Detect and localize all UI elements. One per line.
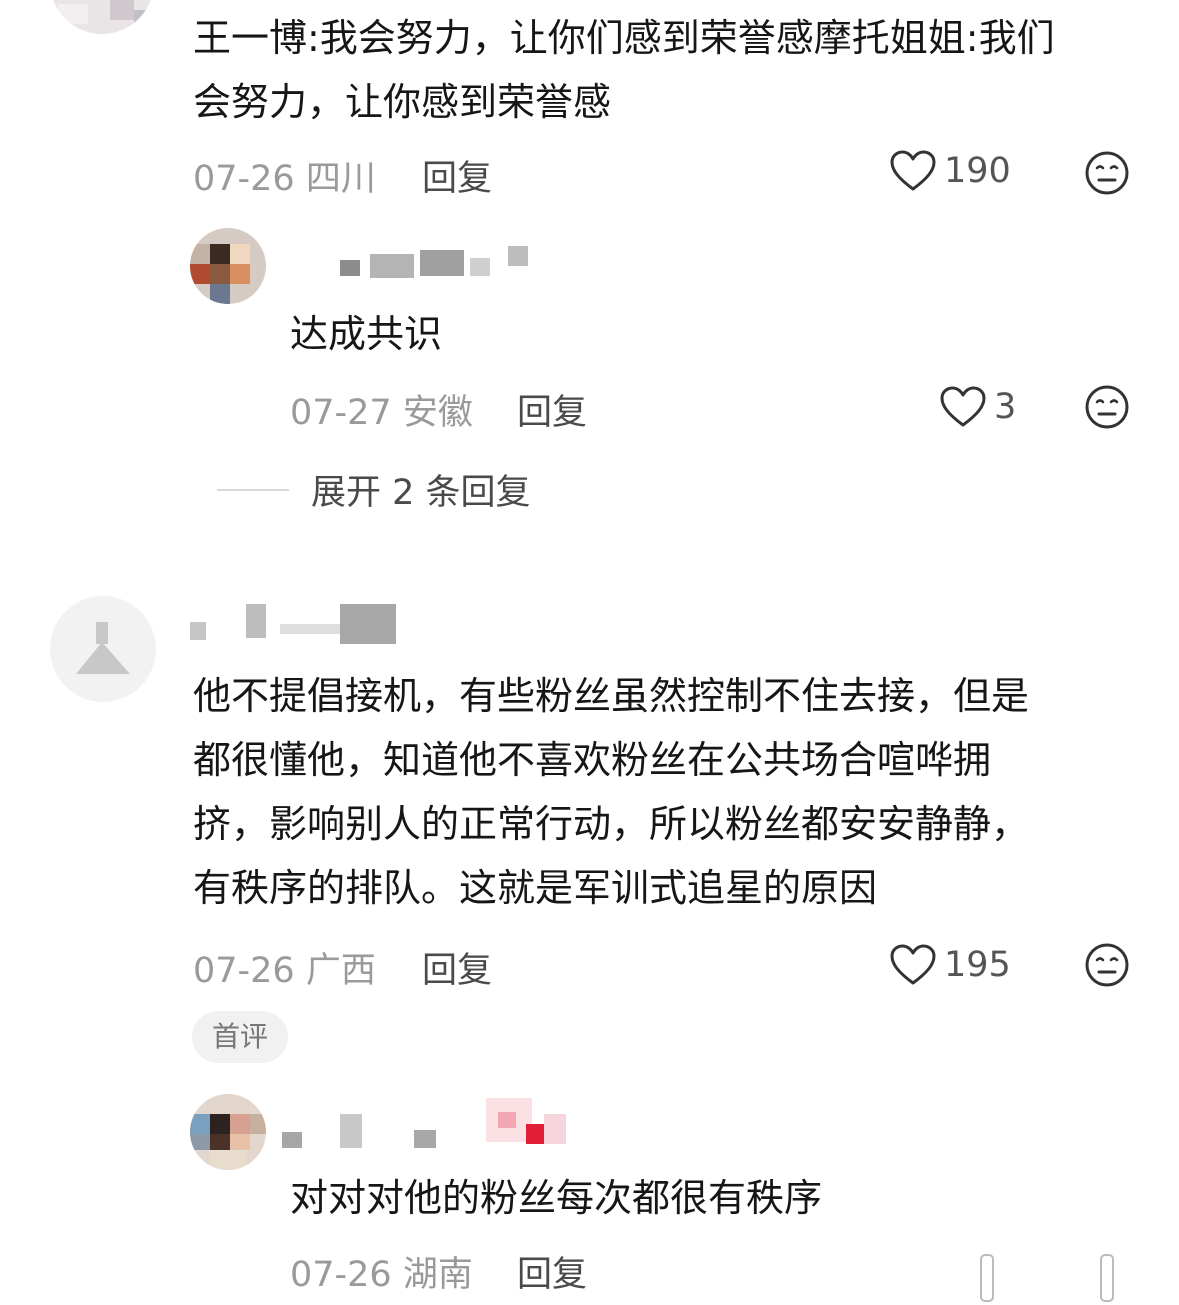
neutral-face-icon[interactable]	[1084, 384, 1130, 430]
comment-date: 07-26	[193, 159, 295, 199]
scrollbar-handle[interactable]	[980, 1254, 994, 1302]
reply-date: 07-27	[290, 393, 392, 433]
comment-text-line: 王一博:我会努力，让你们感到荣誉感摩托姐姐:我们	[193, 16, 1055, 60]
comment-location: 广西	[305, 951, 376, 991]
reply-button[interactable]: 回复	[422, 942, 492, 993]
heart-outline-icon	[890, 150, 936, 191]
comment-meta: 07-26 广西	[193, 942, 376, 993]
like-count: 195	[944, 945, 1011, 985]
reply-meta: 07-26 湖南	[290, 1246, 473, 1297]
expand-replies-label: 展开 2 条回复	[311, 473, 531, 513]
comment-text: 王一博:我会努力，让你们感到荣誉感摩托姐姐:我们 会努力，让你感到荣誉感	[193, 6, 1055, 134]
like-count: 190	[944, 151, 1011, 191]
avatar[interactable]	[190, 228, 266, 304]
avatar[interactable]	[50, 0, 154, 34]
reply-button[interactable]: 回复	[517, 384, 587, 435]
divider	[217, 488, 289, 491]
heart-outline-icon	[890, 944, 936, 985]
reply-button[interactable]: 回复	[422, 150, 492, 201]
username-redacted	[190, 604, 400, 644]
comment-text-line: 有秩序的排队。这就是军训式追星的原因	[193, 866, 878, 910]
scrollbar-handle[interactable]	[1100, 1254, 1114, 1302]
comment-date: 07-26	[193, 951, 295, 991]
default-avatar-icon	[76, 622, 130, 674]
expand-replies-button[interactable]: 展开 2 条回复	[217, 464, 531, 515]
reply-meta: 07-27 安徽	[290, 384, 473, 435]
comment-text-line: 会努力，让你感到荣誉感	[193, 80, 612, 124]
reply-date: 07-26	[290, 1255, 392, 1295]
comment-text-line: 他不提倡接机，有些粉丝虽然控制不住去接，但是	[193, 674, 1030, 718]
reply-button[interactable]: 回复	[517, 1246, 587, 1297]
comment-text-line: 挤，影响别人的正常行动，所以粉丝都安安静静，	[193, 802, 1030, 846]
username-redacted	[282, 1094, 572, 1150]
like-button[interactable]: 195	[890, 944, 1011, 986]
neutral-face-icon[interactable]	[1084, 942, 1130, 988]
reply-location: 湖南	[402, 1255, 473, 1295]
comment-text: 他不提倡接机，有些粉丝虽然控制不住去接，但是 都很懂他，知道他不喜欢粉丝在公共场…	[193, 664, 1029, 920]
heart-outline-icon	[940, 386, 986, 427]
reply-text: 达成共识	[290, 312, 443, 356]
like-button[interactable]: 3	[940, 386, 1016, 428]
like-button[interactable]: 190	[890, 150, 1011, 192]
first-comment-badge: 首评	[192, 1011, 289, 1063]
comment-text-line: 都很懂他，知道他不喜欢粉丝在公共场合喧哗拥	[193, 738, 992, 782]
comment-meta: 07-26 四川	[193, 150, 376, 201]
reply-location: 安徽	[402, 393, 473, 433]
avatar[interactable]	[50, 596, 156, 702]
comment-location: 四川	[305, 159, 376, 199]
avatar[interactable]	[190, 1094, 266, 1170]
reply-text: 对对对他的粉丝每次都很有秩序	[290, 1176, 823, 1220]
like-count: 3	[994, 387, 1017, 427]
neutral-face-icon[interactable]	[1084, 150, 1130, 196]
username-redacted	[330, 246, 530, 282]
